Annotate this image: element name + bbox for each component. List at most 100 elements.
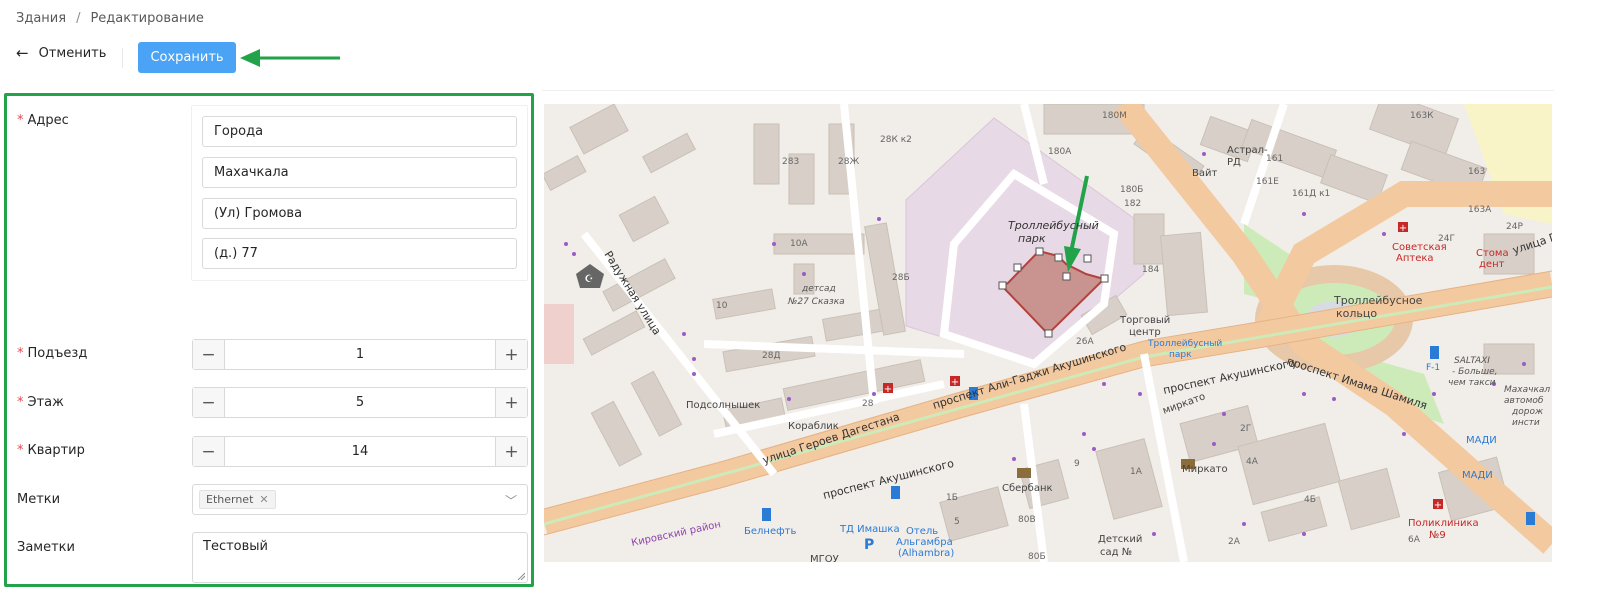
map-label-b-24p: 24Р (1506, 222, 1523, 232)
map-label-pharmacy2: Аптека (1396, 253, 1434, 264)
map-label-trolley-ring: Троллейбусное (1333, 294, 1423, 307)
tag-remove-icon[interactable]: ✕ (259, 493, 268, 506)
map-label-podsolnyshek: Подсолнышек (686, 400, 760, 411)
map-label-kindergarten2: №27 Сказка (787, 297, 845, 307)
map-label-mirkato: Миркато (1182, 464, 1228, 475)
tags-label: Метки (17, 492, 61, 507)
fuel-icon (891, 486, 900, 499)
map-label-b-28d: 28Д (762, 351, 780, 361)
cancel-label: Отменить (38, 46, 107, 61)
bank-icon (1017, 468, 1031, 478)
map-label-b-10: 10 (716, 301, 728, 311)
map-label-school3: дорож (1511, 407, 1544, 417)
map-label-b-9: 9 (1074, 459, 1080, 469)
floor-stepper[interactable]: − 5 + (192, 387, 528, 418)
cancel-button[interactable]: ← Отменить (16, 46, 107, 62)
map-label-saltaxi: SALTAXI (1454, 356, 1490, 366)
map-label-polyclinic: Поликлиника (1408, 518, 1479, 529)
fuel-icon (762, 508, 771, 521)
floor-label: * Этаж (17, 395, 64, 410)
map-label-b-180b: 180Б (1120, 185, 1143, 195)
notes-label: Заметки (17, 540, 75, 555)
breadcrumb: Здания / Редактирование (16, 11, 204, 26)
map-label-b-80b: 80Б (1028, 552, 1046, 562)
entrance-stepper[interactable]: − 1 + (192, 339, 528, 370)
entrance-label: * Подъезд (17, 346, 88, 361)
residential-area (544, 304, 574, 364)
resize-grip-icon[interactable] (517, 572, 525, 580)
floor-increment-button[interactable]: + (495, 388, 527, 417)
map-label-polyclinic2: №9 (1429, 530, 1446, 541)
map-label-school4: инсти (1512, 418, 1540, 428)
map-label-stoma: Стома (1476, 248, 1509, 259)
tag-chip-label: Ethernet (206, 493, 254, 506)
address-city-type-field[interactable]: Города (202, 116, 517, 147)
map-label-hotel: Отель (906, 526, 938, 537)
map-label-b-1a: 1А (1130, 467, 1143, 477)
map-label-trolley-park2: парк (1018, 232, 1046, 245)
map-label-b-1b: 1Б (946, 493, 958, 503)
annotation-arrow-icon (240, 49, 340, 67)
svg-text:+: + (1434, 500, 1442, 511)
svg-text:☪: ☪ (585, 274, 594, 285)
entrance-value[interactable]: 1 (225, 340, 495, 369)
map-label-b-2g: 2Г (1240, 424, 1251, 434)
map-label-hotel3: (Alhambra) (898, 548, 954, 559)
map-label-vait: Вайт (1192, 168, 1217, 179)
save-button[interactable]: Сохранить (138, 42, 236, 73)
tags-select[interactable]: Ethernet ✕ ﹀ (192, 484, 528, 515)
address-street-field[interactable]: (Ул) Громова (202, 198, 517, 229)
apartment-stepper[interactable]: − 14 + (192, 436, 528, 467)
map-label-korablik: Кораблик (788, 421, 839, 432)
parking-icon: P (864, 537, 874, 553)
floor-value[interactable]: 5 (225, 388, 495, 417)
map-label-school: Махачкал (1504, 385, 1550, 395)
map-label-b-180m: 180М (1102, 111, 1127, 121)
map-label-shopping: Торговый (1119, 315, 1170, 326)
floor-decrement-button[interactable]: − (193, 388, 225, 417)
map-label-b-28k2: 28К к2 (880, 135, 912, 145)
header-divider (542, 90, 1554, 91)
map-label-kindergarten4: сад № (1100, 547, 1132, 558)
map-label-b-28: 28 (862, 399, 874, 409)
toolbar-divider (122, 48, 123, 68)
apartment-increment-button[interactable]: + (495, 437, 527, 466)
apartment-decrement-button[interactable]: − (193, 437, 225, 466)
map-label-b-161d: 161Д к1 (1292, 189, 1330, 199)
map-label-td-imashka: ТД Имашка (839, 524, 900, 535)
fuel-icon (1430, 346, 1439, 359)
svg-text:+: + (884, 384, 892, 395)
map-label-belneft: Белнефть (744, 526, 796, 537)
entrance-increment-button[interactable]: + (495, 340, 527, 369)
notes-text: Тестовый (203, 539, 268, 554)
notes-textarea[interactable]: Тестовый (192, 532, 528, 583)
address-label: * Адрес (17, 113, 69, 128)
map-label-stoma2: дент (1479, 259, 1505, 270)
map-label-school2: автомоб (1504, 396, 1544, 406)
map-label-kindergarten3: Детский (1098, 534, 1142, 545)
map-label-b-161e: 161Е (1256, 177, 1279, 187)
breadcrumb-separator: / (76, 11, 81, 26)
map-label-b-6a: 6А (1408, 535, 1421, 545)
map-label-b-163a: 163А (1468, 205, 1492, 215)
map-label-b-5: 5 (954, 517, 960, 527)
map-view[interactable]: ☪ + + + + P Троллейбусный парк Троллейбусн… (544, 104, 1552, 562)
chevron-down-icon[interactable]: ﹀ (505, 492, 517, 509)
map-label-trolley-park: Троллейбусный (1008, 219, 1099, 232)
address-house-field[interactable]: (д.) 77 (202, 238, 517, 269)
map-label-b-161: 161 (1266, 154, 1283, 164)
breadcrumb-root[interactable]: Здания (16, 11, 66, 26)
map-label-b-180a: 180А (1048, 147, 1072, 157)
map-label-b-163: 163 (1468, 167, 1485, 177)
address-city-field[interactable]: Махачкала (202, 157, 517, 188)
map-label-b-80v: 80В (1018, 515, 1036, 525)
map-label-b-28b: 28Б (892, 273, 910, 283)
entrance-decrement-button[interactable]: − (193, 340, 225, 369)
map-label-trolley-stop2: парк (1169, 350, 1192, 360)
fuel-icon (1526, 512, 1535, 525)
apartment-value[interactable]: 14 (225, 437, 495, 466)
svg-text:+: + (951, 377, 959, 388)
map-label-madi: МАДИ (1462, 470, 1493, 481)
map-label-trolley-stop: Троллейбусный (1147, 339, 1222, 349)
map-label-b-4b: 4Б (1304, 495, 1316, 505)
